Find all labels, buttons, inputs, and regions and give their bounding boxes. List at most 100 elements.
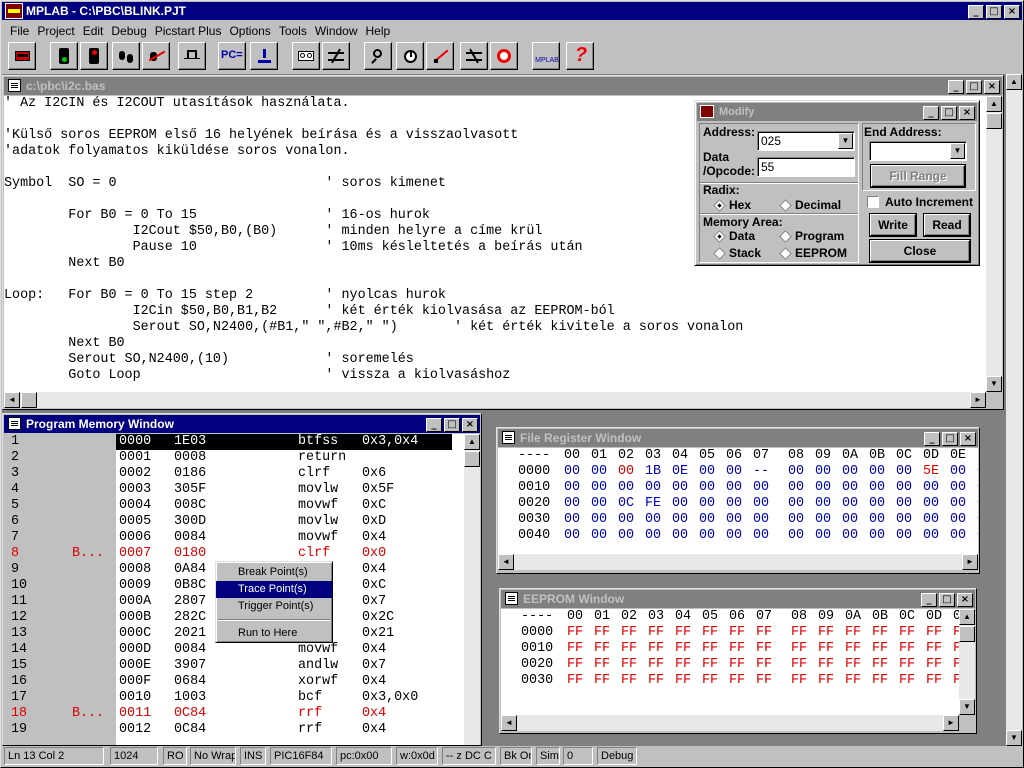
grid-cell[interactable]: 00 bbox=[923, 496, 939, 512]
grid-cell[interactable]: FF bbox=[594, 673, 610, 689]
modify-title-bar[interactable]: Modify _ □ × bbox=[697, 103, 977, 121]
grid-cell[interactable]: -- bbox=[753, 464, 769, 480]
grid-cell[interactable]: 00 bbox=[815, 464, 831, 480]
close-button[interactable]: × bbox=[1004, 5, 1020, 19]
grid-cell[interactable]: FF bbox=[791, 657, 807, 673]
grid-cell[interactable]: FF bbox=[648, 641, 664, 657]
pm-vertical-scrollbar[interactable]: ▲ bbox=[464, 434, 480, 745]
grid-cell[interactable]: 1B bbox=[645, 464, 661, 480]
grid-cell[interactable]: 00 bbox=[869, 512, 885, 528]
grid-cell[interactable]: FF bbox=[648, 625, 664, 641]
table-row[interactable]: 2 0001 0008 return bbox=[4, 450, 464, 466]
grid-cell[interactable]: 00 bbox=[842, 496, 858, 512]
maximize-button[interactable]: □ bbox=[986, 5, 1002, 19]
table-row[interactable]: 16 000F 0684 xorwf 0x4 bbox=[4, 674, 464, 690]
data-opcode-field[interactable]: 55 bbox=[757, 157, 855, 177]
grid-cell[interactable]: FF bbox=[872, 657, 888, 673]
pc-at-tool-button[interactable]: PC= bbox=[218, 42, 246, 70]
editor-horizontal-scrollbar[interactable]: ◄ ► bbox=[4, 392, 986, 408]
grid-cell[interactable]: 00 bbox=[618, 480, 634, 496]
close-dialog-button[interactable]: Close bbox=[870, 240, 970, 262]
grid-cell[interactable]: 00 bbox=[950, 496, 966, 512]
fr-close-button[interactable]: × bbox=[960, 432, 976, 446]
editor-vertical-scrollbar[interactable]: ▲ ▼ bbox=[986, 96, 1002, 392]
grid-cell[interactable]: FF bbox=[791, 625, 807, 641]
grid-cell[interactable]: 5E bbox=[923, 464, 939, 480]
grid-cell[interactable]: 00 bbox=[645, 512, 661, 528]
grid-cell[interactable]: FF bbox=[926, 641, 942, 657]
grid-cell[interactable]: FF bbox=[675, 673, 691, 689]
program-area-radio[interactable]: Program bbox=[779, 229, 844, 243]
grid-cell[interactable]: 00 bbox=[950, 464, 966, 480]
grid-cell[interactable]: FF bbox=[702, 625, 718, 641]
grid-cell[interactable]: 00 bbox=[672, 496, 688, 512]
grid-cell[interactable]: 00 bbox=[591, 464, 607, 480]
grid-cell[interactable]: FF bbox=[621, 673, 637, 689]
ee-vertical-scrollbar[interactable]: ▲ ▼ bbox=[959, 609, 975, 715]
grid-cell[interactable]: 00 bbox=[896, 496, 912, 512]
grid-cell[interactable]: FF bbox=[729, 657, 745, 673]
fr-scroll-left-arrow[interactable]: ◄ bbox=[498, 554, 514, 570]
grid-cell[interactable]: 00 bbox=[699, 528, 715, 544]
grid-cell[interactable]: 00 bbox=[815, 480, 831, 496]
grid-cell[interactable]: 00 bbox=[977, 496, 978, 512]
grid-cell[interactable]: 00 bbox=[645, 528, 661, 544]
ee-scroll-down-arrow[interactable]: ▼ bbox=[959, 699, 975, 715]
grid-cell[interactable]: FF bbox=[926, 657, 942, 673]
menu-edit[interactable]: Edit bbox=[79, 22, 108, 40]
download-tool-button[interactable] bbox=[250, 42, 278, 70]
grid-cell[interactable]: FF bbox=[675, 657, 691, 673]
grid-cell[interactable]: FF bbox=[567, 641, 583, 657]
ee-horizontal-scrollbar[interactable]: ◄ ► bbox=[501, 715, 959, 731]
help-tool-button[interactable] bbox=[490, 42, 518, 70]
grid-cell[interactable]: 00 bbox=[950, 512, 966, 528]
grid-cell[interactable]: 00 bbox=[977, 464, 978, 480]
grid-cell[interactable]: 00 bbox=[977, 512, 978, 528]
grid-cell[interactable]: 00 bbox=[726, 528, 742, 544]
scroll-thumb[interactable] bbox=[986, 113, 1002, 129]
grid-cell[interactable]: 00 bbox=[842, 528, 858, 544]
grid-cell[interactable]: 0E bbox=[672, 464, 688, 480]
menu-project[interactable]: Project bbox=[33, 22, 78, 40]
file-register-title-bar[interactable]: File Register Window _ □ × bbox=[498, 429, 978, 447]
mdi-scroll-down-arrow[interactable]: ▼ bbox=[1006, 730, 1022, 746]
grid-cell[interactable]: 00 bbox=[591, 480, 607, 496]
modify-close-button[interactable]: × bbox=[959, 106, 975, 120]
animate-tool-button[interactable] bbox=[142, 42, 170, 70]
grid-cell[interactable]: 00 bbox=[950, 480, 966, 496]
editor-title-bar[interactable]: c:\pbc\i2c.bas _ □ × bbox=[4, 77, 1002, 95]
grid-cell[interactable]: FF bbox=[594, 657, 610, 673]
grid-cell[interactable]: FF bbox=[845, 673, 861, 689]
table-row[interactable]: 19 0012 0C84 rrf 0x4 bbox=[4, 722, 464, 738]
grid-cell[interactable]: FF bbox=[818, 641, 834, 657]
grid-cell[interactable]: 00 bbox=[788, 528, 804, 544]
scroll-right-arrow[interactable]: ► bbox=[970, 392, 986, 408]
grid-cell[interactable]: FF bbox=[756, 673, 772, 689]
scroll-up-arrow[interactable]: ▲ bbox=[986, 96, 1002, 112]
grid-cell[interactable]: 00 bbox=[896, 480, 912, 496]
table-row[interactable]: 5 0004 008C movwf 0xC bbox=[4, 498, 464, 514]
grid-cell[interactable]: 00 bbox=[618, 512, 634, 528]
grid-cell[interactable]: FF bbox=[702, 673, 718, 689]
grid-cell[interactable]: 00 bbox=[923, 528, 939, 544]
grid-cell[interactable]: FF bbox=[729, 673, 745, 689]
table-row[interactable]: 15 000E 3907 andlw 0x7 bbox=[4, 658, 464, 674]
fr-maximize-button[interactable]: □ bbox=[942, 432, 958, 446]
auto-increment-checkbox[interactable] bbox=[867, 196, 879, 208]
mplab-tool-button[interactable]: MPLAB bbox=[532, 42, 560, 70]
grid-cell[interactable]: 00 bbox=[753, 480, 769, 496]
address-combo[interactable]: 025 ▼ bbox=[757, 131, 855, 151]
grid-cell[interactable]: 00 bbox=[869, 528, 885, 544]
grid-cell[interactable]: FF bbox=[594, 625, 610, 641]
grid-cell[interactable]: 00 bbox=[842, 480, 858, 496]
grid-cell[interactable]: 00 bbox=[896, 464, 912, 480]
grid-cell[interactable]: FF bbox=[899, 673, 915, 689]
grid-cell[interactable]: 00 bbox=[726, 480, 742, 496]
mdi-vertical-scrollbar[interactable]: ▲ ▼ bbox=[1006, 74, 1022, 746]
size-grip[interactable] bbox=[986, 392, 1002, 408]
pm-minimize-button[interactable]: _ bbox=[426, 418, 442, 432]
step-tool-button[interactable] bbox=[112, 42, 140, 70]
grid-cell[interactable]: 00 bbox=[869, 480, 885, 496]
scroll-thumb-h[interactable] bbox=[21, 392, 37, 408]
mdi-scroll-up-arrow[interactable]: ▲ bbox=[1006, 74, 1022, 90]
